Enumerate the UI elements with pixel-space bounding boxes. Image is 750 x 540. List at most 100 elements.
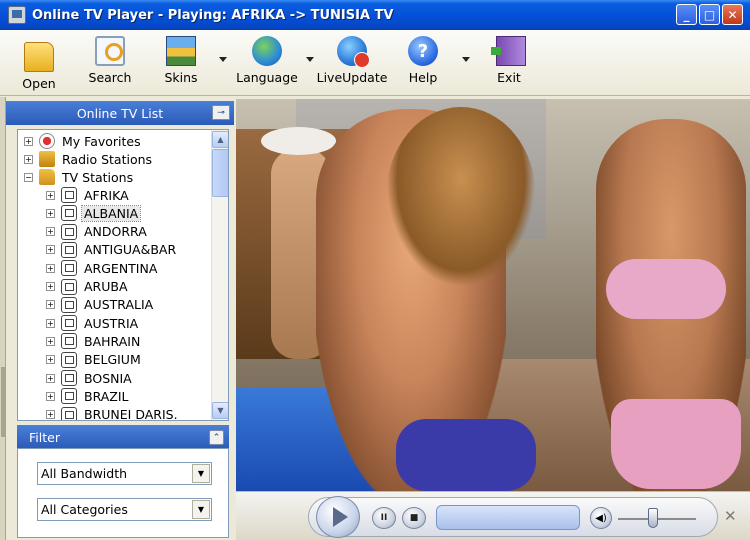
station-icon — [61, 315, 77, 332]
sidebar-splitter[interactable] — [0, 97, 6, 540]
tree-item-station[interactable]: + AUSTRALIA — [46, 296, 155, 314]
scroll-down-button[interactable]: ▼ — [212, 402, 228, 419]
globe-icon — [252, 36, 282, 66]
chevron-up-icon[interactable]: ⌃ — [209, 430, 224, 445]
station-label: BELGIUM — [84, 352, 141, 368]
exit-button[interactable]: Exit — [474, 36, 544, 85]
favorites-icon — [39, 133, 55, 149]
help-icon: ? — [408, 36, 438, 66]
filter-title: Filter — [29, 429, 60, 445]
skins-dropdown-arrow-icon[interactable] — [219, 57, 227, 62]
bandwidth-select[interactable]: All Bandwidth ▼ — [37, 462, 212, 485]
chevron-down-icon[interactable]: ▼ — [192, 500, 210, 519]
tree-item-station[interactable]: + ARUBA — [46, 278, 130, 296]
expand-icon[interactable]: + — [46, 391, 55, 401]
station-icon — [61, 205, 77, 222]
station-icon — [61, 223, 77, 240]
tree-item-station[interactable]: + BRAZIL — [46, 387, 131, 405]
pause-button[interactable]: II — [372, 507, 396, 529]
language-dropdown-arrow-icon[interactable] — [306, 57, 314, 62]
minimize-button[interactable]: _ — [676, 4, 697, 25]
station-icon — [61, 260, 77, 277]
expand-icon[interactable]: + — [46, 227, 55, 237]
collapse-icon[interactable]: − — [24, 172, 33, 182]
scroll-thumb[interactable] — [212, 149, 228, 197]
app-tv-icon — [8, 6, 26, 24]
station-label: BAHRAIN — [84, 333, 141, 349]
station-icon — [61, 296, 77, 313]
tree-item-station[interactable]: + ALBANIA — [46, 204, 142, 222]
tree-item-station[interactable]: + ANTIGUA&BAR — [46, 241, 178, 259]
station-icon — [61, 241, 77, 258]
video-display[interactable] — [236, 99, 750, 491]
station-icon — [61, 278, 77, 295]
expand-icon[interactable]: + — [46, 263, 55, 273]
close-player-icon[interactable]: ✕ — [724, 507, 737, 525]
help-button[interactable]: ? Help — [388, 36, 458, 85]
expand-icon[interactable]: + — [24, 154, 33, 164]
liveupdate-label: LiveUpdate — [316, 70, 388, 85]
video-scene-swimwear — [396, 419, 536, 491]
tree-item-my-favorites[interactable]: + My Favorites — [24, 132, 143, 150]
tree-item-station[interactable]: + BAHRAIN — [46, 332, 142, 350]
expand-icon[interactable]: + — [46, 245, 55, 255]
expand-icon[interactable]: + — [46, 300, 55, 310]
expand-icon[interactable]: + — [46, 373, 55, 383]
tv-list-header: Online TV List ⊸ — [6, 101, 234, 125]
station-label: BRUNEI DARIS. — [84, 407, 178, 421]
stop-button[interactable]: ■ — [402, 507, 426, 529]
volume-icon[interactable]: ◀) — [590, 507, 612, 529]
language-button[interactable]: Language — [232, 36, 302, 85]
skins-button[interactable]: Skins — [146, 36, 216, 85]
expand-icon[interactable]: + — [46, 208, 55, 218]
search-icon — [95, 36, 125, 66]
radio-folder-icon — [39, 151, 55, 167]
volume-slider-thumb[interactable] — [648, 508, 658, 528]
help-dropdown-arrow-icon[interactable] — [462, 57, 470, 62]
expand-icon[interactable]: + — [46, 282, 55, 291]
tree-item-station[interactable]: + AUSTRIA — [46, 314, 140, 332]
toolbar: Open Search Skins Language LiveUpdate ? … — [0, 30, 750, 96]
app-window: Online TV Player - Playing: AFRIKA -> TU… — [0, 0, 750, 540]
expand-icon[interactable]: + — [24, 136, 33, 146]
tree-label: TV Stations — [62, 169, 134, 185]
close-button[interactable]: ✕ — [722, 4, 743, 25]
play-button[interactable] — [316, 496, 360, 538]
scroll-up-button[interactable]: ▲ — [212, 131, 228, 148]
expand-icon[interactable]: + — [46, 190, 55, 200]
tree-item-station[interactable]: + ARGENTINA — [46, 259, 159, 277]
tree-item-station[interactable]: + AFRIKA — [46, 186, 131, 204]
tree-item-station[interactable]: + BOSNIA — [46, 369, 134, 387]
liveupdate-button[interactable]: LiveUpdate — [317, 36, 387, 85]
tree-item-station[interactable]: + BELGIUM — [46, 351, 143, 369]
expand-icon[interactable]: + — [46, 318, 55, 328]
tree-item-station[interactable]: + BRUNEI DARIS. — [46, 406, 180, 421]
bandwidth-value: All Bandwidth — [41, 466, 128, 481]
expand-icon[interactable]: + — [46, 355, 55, 365]
pin-icon[interactable]: ⊸ — [212, 105, 230, 120]
chevron-down-icon[interactable]: ▼ — [192, 464, 210, 483]
tree-item-station[interactable]: + ANDORRA — [46, 223, 149, 241]
categories-select[interactable]: All Categories ▼ — [37, 498, 212, 521]
tree-label: My Favorites — [62, 133, 141, 149]
station-label: ARGENTINA — [84, 260, 158, 276]
tree-item-radio-stations[interactable]: + Radio Stations — [24, 150, 154, 168]
search-button[interactable]: Search — [75, 36, 145, 85]
tree-item-tv-stations[interactable]: − TV Stations — [24, 168, 135, 186]
splitter-grip[interactable] — [1, 367, 5, 437]
maximize-button[interactable]: □ — [699, 4, 720, 25]
live-update-icon — [337, 36, 370, 68]
tree-scrollbar[interactable]: ▲ ▼ — [211, 130, 228, 420]
station-label: ARUBA — [84, 279, 128, 294]
skins-label: Skins — [164, 70, 198, 85]
station-label: AUSTRALIA — [84, 297, 154, 313]
expand-icon[interactable]: + — [46, 336, 55, 346]
station-label: BOSNIA — [84, 370, 132, 386]
station-icon — [61, 406, 77, 420]
expand-icon[interactable]: + — [46, 410, 55, 420]
seek-bar[interactable] — [436, 505, 580, 530]
tv-list-tree[interactable]: + My Favorites + Radio Stations − TV Sta… — [17, 129, 229, 421]
player-controls: II ■ ◀) ✕ — [236, 491, 750, 540]
title-bar[interactable]: Online TV Player - Playing: AFRIKA -> TU… — [0, 0, 750, 30]
open-button[interactable]: Open — [4, 36, 74, 91]
